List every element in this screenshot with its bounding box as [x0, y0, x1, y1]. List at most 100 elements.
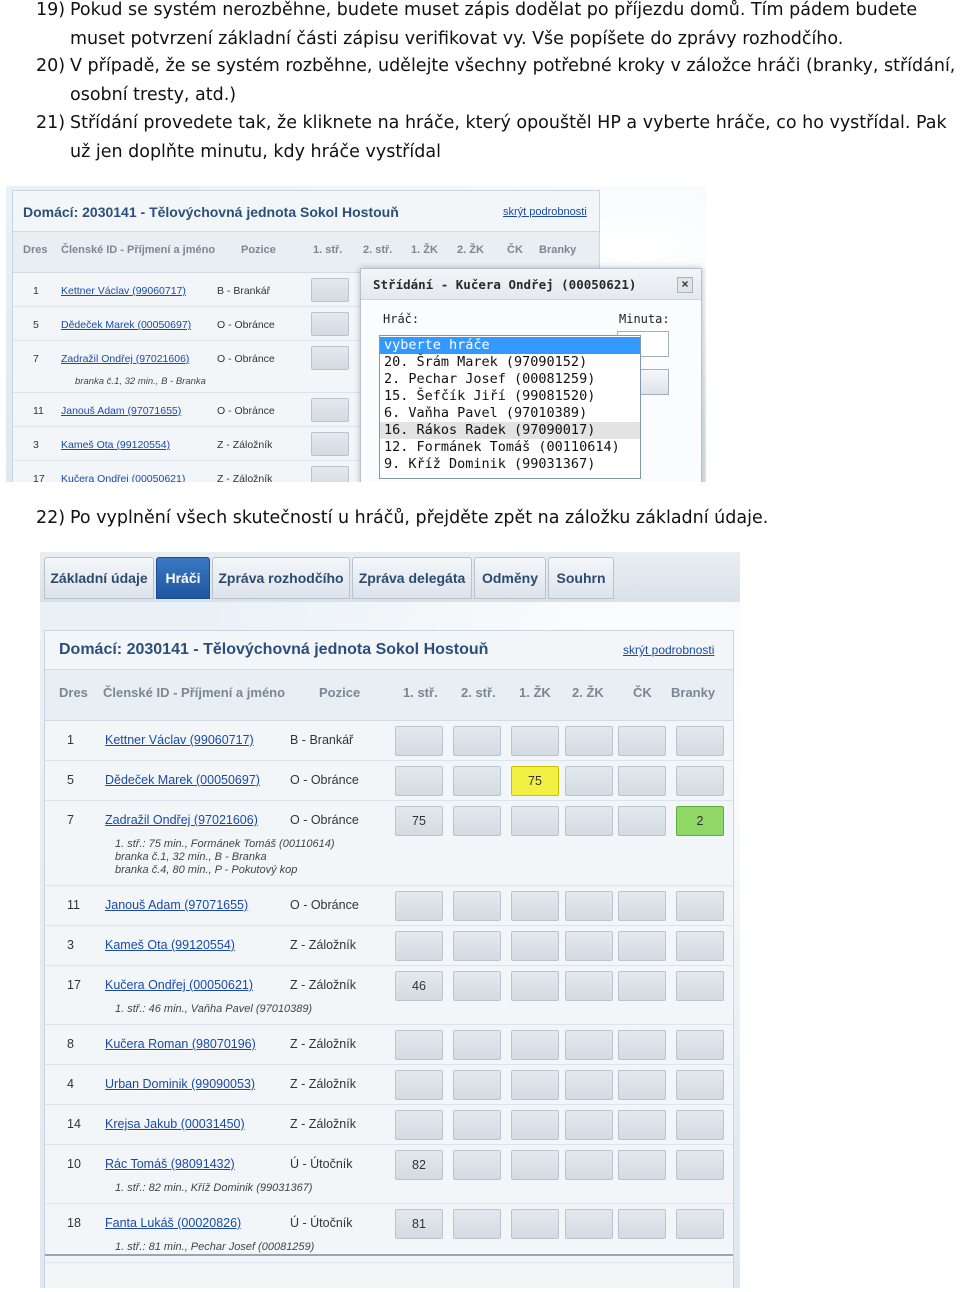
red-box[interactable] [618, 726, 666, 756]
goals-box[interactable] [676, 1150, 724, 1180]
yellow2-box[interactable] [565, 971, 613, 1001]
sub2-box[interactable] [453, 766, 501, 796]
red-box[interactable] [618, 806, 666, 836]
yellow1-box[interactable] [511, 1110, 559, 1140]
sub1-box[interactable] [311, 346, 349, 370]
yellow2-box[interactable] [565, 1070, 613, 1100]
red-box[interactable] [618, 766, 666, 796]
red-box[interactable] [618, 931, 666, 961]
tab-players[interactable]: Hráči [156, 557, 210, 599]
yellow2-box[interactable] [565, 766, 613, 796]
goals-box[interactable] [676, 1070, 724, 1100]
player-name-link[interactable]: Janouš Adam (97071655) [105, 898, 248, 912]
yellow1-box[interactable] [511, 806, 559, 836]
sub2-box[interactable] [453, 726, 501, 756]
sub1-box[interactable]: 82 [395, 1150, 443, 1180]
yellow1-box[interactable] [511, 931, 559, 961]
goals-box[interactable] [676, 931, 724, 961]
player-name-link[interactable]: Zadražil Ondřej (97021606) [105, 813, 258, 827]
player-name-link[interactable]: Janouš Adam (97071655) [61, 405, 181, 417]
yellow1-box[interactable] [511, 891, 559, 921]
yellow2-box[interactable] [565, 1209, 613, 1239]
player-name-link[interactable]: Kučera Ondřej (00050621) [105, 978, 253, 992]
yellow1-box[interactable] [511, 1150, 559, 1180]
sub1-box[interactable] [311, 432, 349, 456]
sub1-box[interactable] [395, 1070, 443, 1100]
player-option[interactable]: 16. Rákos Radek (97090017) [380, 422, 640, 439]
sub2-box[interactable] [453, 1209, 501, 1239]
player-option[interactable]: 9. Kříž Dominik (99031367) [380, 456, 640, 473]
player-option[interactable]: 12. Formánek Tomáš (00110614) [380, 439, 640, 456]
tab-referee-report[interactable]: Zpráva rozhodčího [212, 557, 350, 599]
hide-details-link[interactable]: skrýt podrobnosti [503, 206, 587, 218]
player-name-link[interactable]: Kučera Roman (98070196) [105, 1037, 256, 1051]
sub1-box[interactable] [395, 1110, 443, 1140]
sub1-box[interactable] [395, 766, 443, 796]
goals-box[interactable]: 2 [676, 806, 724, 836]
player-name-link[interactable]: Kučera Ondřej (00050621) [61, 473, 185, 482]
player-name-link[interactable]: Fanta Lukáš (00020826) [105, 1216, 241, 1230]
player-option[interactable]: 6. Vaňha Pavel (97010389) [380, 405, 640, 422]
player-select-list[interactable]: vyberte hráče 20. Šrám Marek (97090152) … [379, 335, 641, 479]
player-name-link[interactable]: Kameš Ota (99120554) [105, 938, 235, 952]
sub1-box[interactable]: 46 [395, 971, 443, 1001]
sub1-box[interactable] [311, 398, 349, 422]
yellow1-box[interactable] [511, 1070, 559, 1100]
player-name-link[interactable]: Krejsa Jakub (00031450) [105, 1117, 245, 1131]
player-name-link[interactable]: Rác Tomáš (98091432) [105, 1157, 235, 1171]
red-box[interactable] [618, 891, 666, 921]
goals-box[interactable] [676, 1110, 724, 1140]
sub1-box[interactable] [395, 1030, 443, 1060]
yellow2-box[interactable] [565, 1150, 613, 1180]
yellow2-box[interactable] [565, 891, 613, 921]
red-box[interactable] [618, 1150, 666, 1180]
sub1-box[interactable]: 75 [395, 806, 443, 836]
yellow2-box[interactable] [565, 726, 613, 756]
yellow2-box[interactable] [565, 1110, 613, 1140]
goals-box[interactable] [676, 726, 724, 756]
player-option[interactable]: 15. Šefčík Jiří (99081520) [380, 388, 640, 405]
tab-summary[interactable]: Souhrn [548, 557, 614, 599]
player-name-link[interactable]: Kettner Václav (99060717) [105, 733, 254, 747]
sub2-box[interactable] [453, 1150, 501, 1180]
player-option[interactable]: 20. Šrám Marek (97090152) [380, 354, 640, 371]
tab-basic-info[interactable]: Základní údaje [44, 557, 154, 599]
sub1-box[interactable]: 81 [395, 1209, 443, 1239]
yellow1-box[interactable] [511, 1209, 559, 1239]
yellow2-box[interactable] [565, 806, 613, 836]
sub2-box[interactable] [453, 891, 501, 921]
yellow1-box[interactable]: 75 [511, 766, 559, 796]
player-name-link[interactable]: Kameš Ota (99120554) [61, 439, 170, 451]
sub2-box[interactable] [453, 931, 501, 961]
sub2-box[interactable] [453, 1030, 501, 1060]
player-name-link[interactable]: Zadražil Ondřej (97021606) [61, 353, 189, 365]
player-option[interactable]: 2. Pechar Josef (00081259) [380, 371, 640, 388]
player-option-placeholder[interactable]: vyberte hráče [380, 337, 640, 354]
sub1-box[interactable] [395, 891, 443, 921]
player-name-link[interactable]: Dědeček Marek (00050697) [105, 773, 260, 787]
goals-box[interactable] [676, 891, 724, 921]
red-box[interactable] [618, 1110, 666, 1140]
tab-delegate-report[interactable]: Zpráva delegáta [352, 557, 472, 599]
sub2-box[interactable] [453, 971, 501, 1001]
sub1-box[interactable] [395, 726, 443, 756]
sub1-box[interactable] [311, 278, 349, 302]
player-name-link[interactable]: Dědeček Marek (00050697) [61, 319, 191, 331]
yellow2-box[interactable] [565, 931, 613, 961]
sub1-box[interactable] [395, 931, 443, 961]
red-box[interactable] [618, 1070, 666, 1100]
yellow1-box[interactable] [511, 971, 559, 1001]
sub2-box[interactable] [453, 1070, 501, 1100]
yellow1-box[interactable] [511, 726, 559, 756]
sub1-box[interactable] [311, 466, 349, 482]
yellow1-box[interactable] [511, 1030, 559, 1060]
sub2-box[interactable] [453, 806, 501, 836]
red-box[interactable] [618, 971, 666, 1001]
red-box[interactable] [618, 1209, 666, 1239]
hide-details-link[interactable]: skrýt podrobnosti [623, 643, 714, 657]
goals-box[interactable] [676, 1209, 724, 1239]
sub2-box[interactable] [453, 1110, 501, 1140]
player-name-link[interactable]: Kettner Václav (99060717) [61, 285, 186, 297]
yellow2-box[interactable] [565, 1030, 613, 1060]
sub1-box[interactable] [311, 312, 349, 336]
